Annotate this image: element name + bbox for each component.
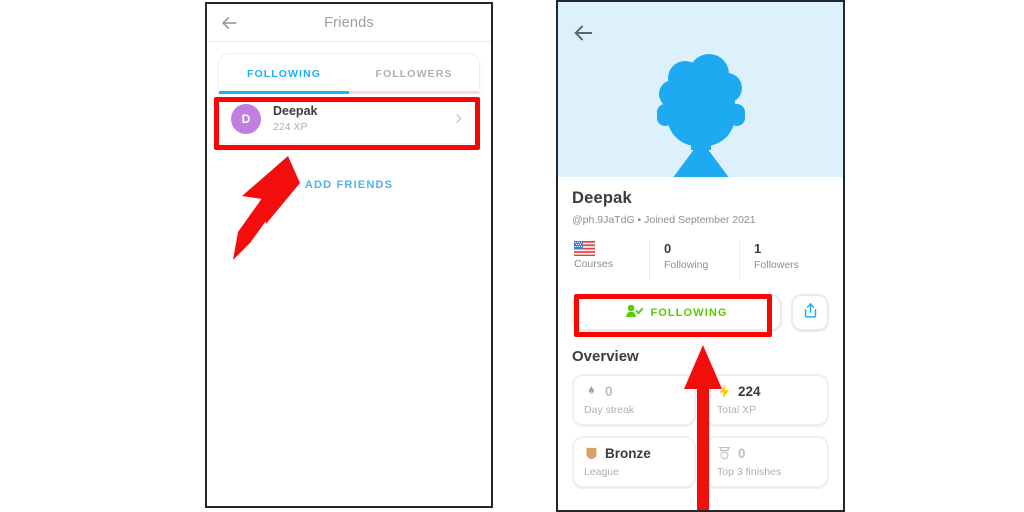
overview-card-value: 0: [738, 446, 746, 461]
user-silhouette-icon: [647, 48, 755, 177]
tab-following[interactable]: FOLLOWING: [219, 54, 349, 94]
tab-followers[interactable]: FOLLOWERS: [349, 54, 479, 94]
overview-card-top3[interactable]: 0 Top 3 finishes: [705, 436, 829, 489]
friends-tabs: FOLLOWING FOLLOWERS: [219, 54, 479, 94]
stat-value: 1: [754, 241, 762, 256]
overview-card-label: Top 3 finishes: [717, 466, 782, 478]
stat-value: 0: [664, 241, 672, 256]
overview-card-value: 224: [738, 384, 761, 399]
overview-card-value: 0: [605, 384, 613, 399]
back-arrow-icon[interactable]: [572, 22, 594, 44]
shield-icon: [584, 446, 599, 461]
overview-card-label: Day streak: [584, 404, 635, 416]
stat-label: Following: [664, 259, 709, 271]
stat-following[interactable]: 0 Following: [649, 240, 739, 280]
overview-card-total-xp[interactable]: 224 Total XP: [705, 374, 829, 427]
us-flag-icon: [574, 241, 595, 256]
highlight-friend-row: [214, 97, 480, 150]
page-title: Friends: [324, 14, 374, 31]
overview-card-day-streak[interactable]: 0 Day streak: [572, 374, 696, 427]
friends-header: Friends: [207, 4, 491, 42]
stat-label: Followers: [754, 259, 799, 271]
profile-stats: Courses 0 Following 1 Followers: [572, 240, 829, 280]
overview-card-value: Bronze: [605, 446, 651, 461]
share-icon: [802, 302, 819, 324]
profile-name: Deepak: [572, 189, 632, 207]
profile-meta: @ph.9JaTdG • Joined September 2021: [572, 214, 756, 226]
pointer-arrow-following: [683, 345, 723, 512]
overview-card-label: Total XP: [717, 404, 757, 416]
back-arrow-icon[interactable]: [219, 13, 239, 33]
overview-card-label: League: [584, 466, 620, 478]
screenshot-root: Friends FOLLOWING FOLLOWERS D Deepak 224…: [0, 0, 1024, 512]
profile-hero: [558, 2, 843, 177]
stat-label: Courses: [574, 258, 614, 270]
highlight-following-button: [574, 294, 772, 337]
share-button[interactable]: [791, 294, 829, 332]
stat-courses[interactable]: Courses: [572, 240, 649, 280]
stat-followers[interactable]: 1 Followers: [739, 240, 829, 280]
overview-card-league[interactable]: Bronze League: [572, 436, 696, 489]
flame-icon: [584, 384, 599, 399]
pointer-arrow-friend-row: [222, 150, 312, 265]
